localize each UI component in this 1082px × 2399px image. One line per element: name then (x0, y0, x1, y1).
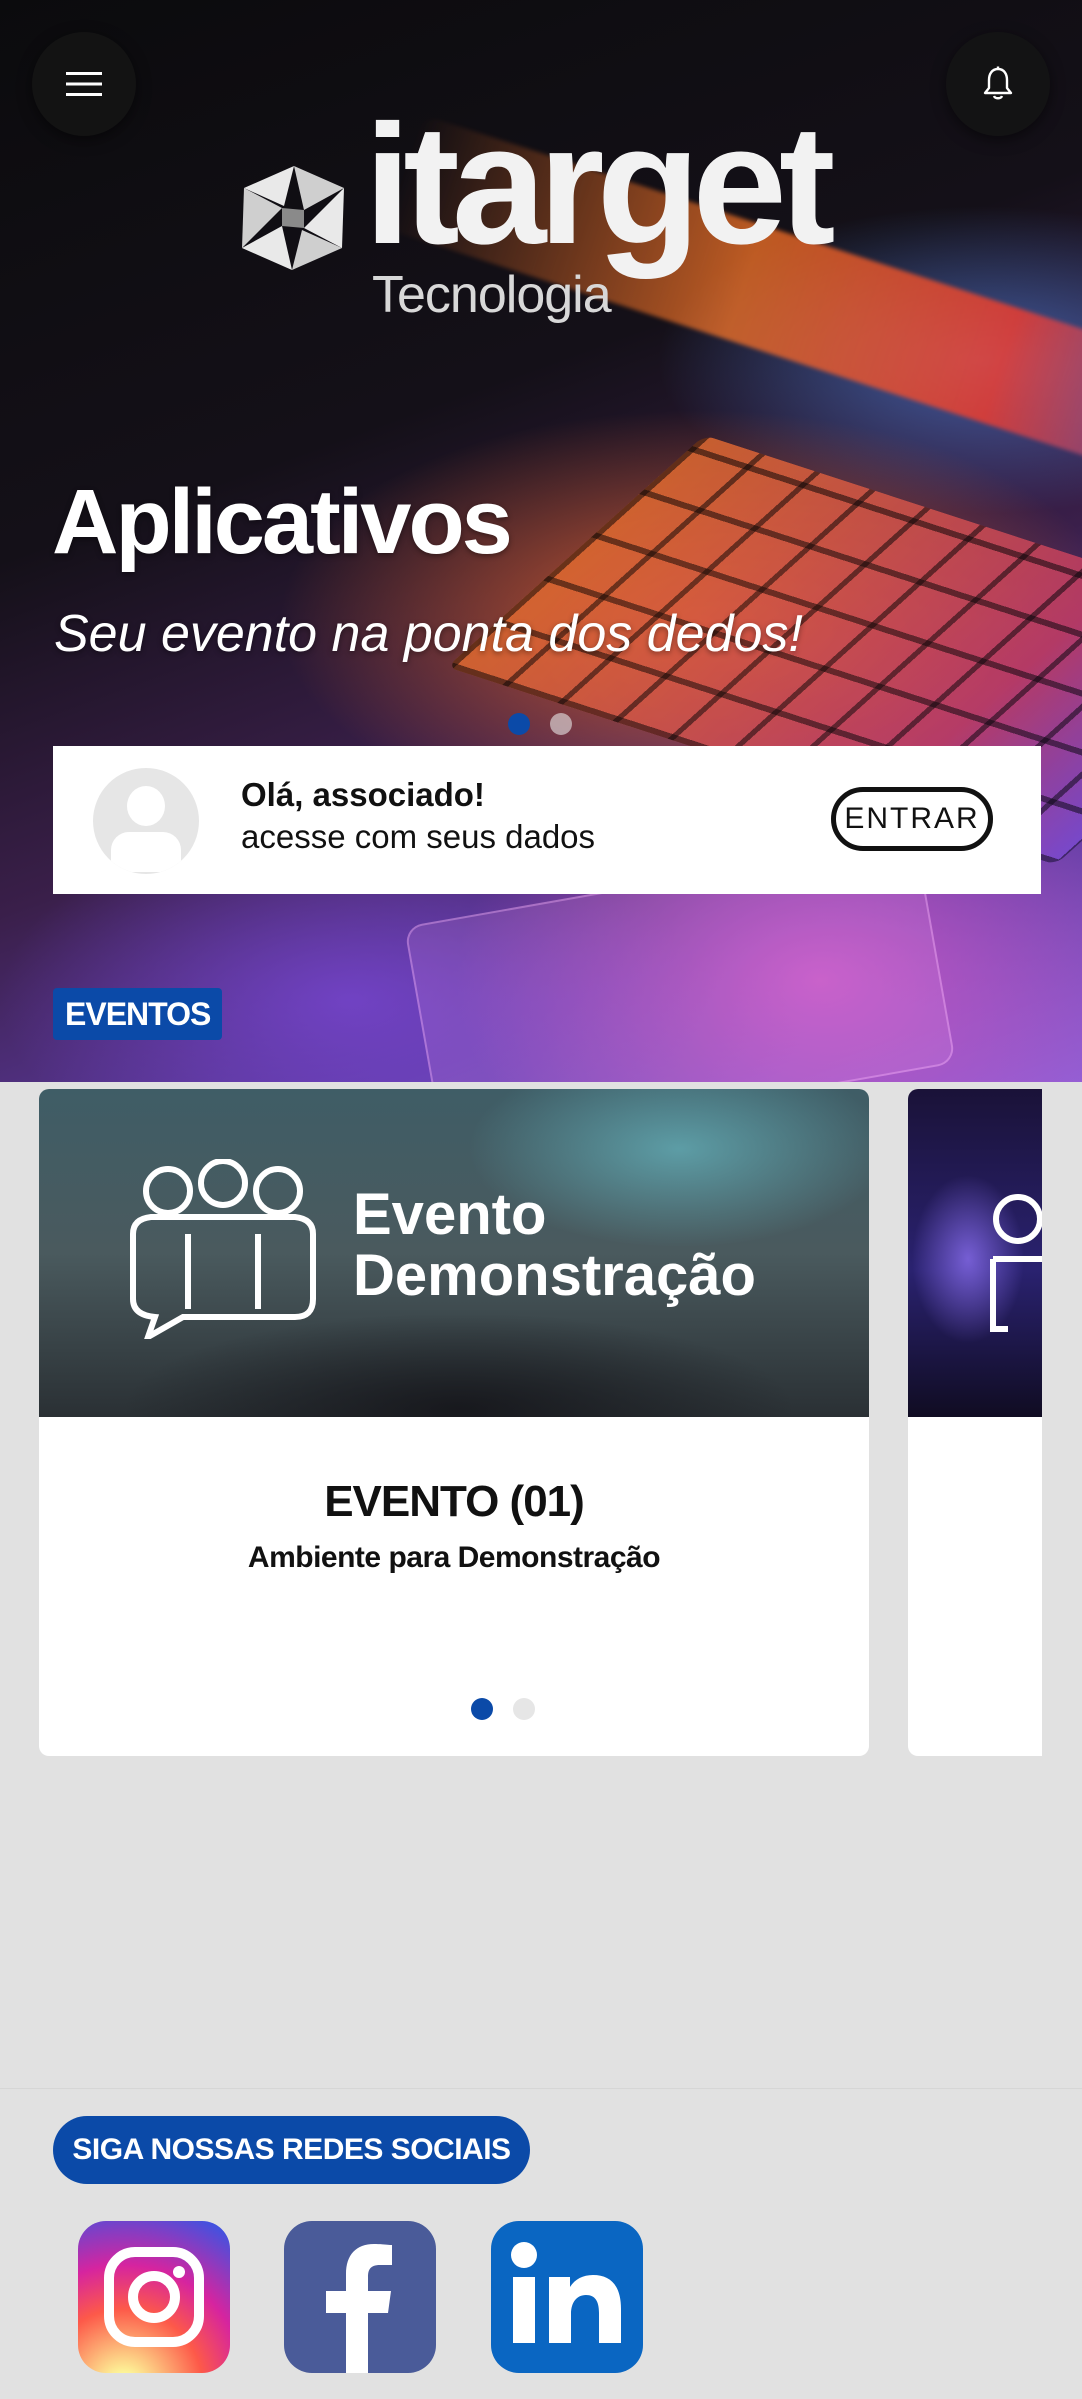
logo-subtitle: Tecnologia (372, 266, 612, 324)
greeting-title: Olá, associado! (241, 776, 485, 813)
event-description: Ambiente para Demonstração (247, 1541, 661, 1574)
carousel-dot-1[interactable] (508, 713, 530, 735)
itarget-logo-mark-icon (242, 166, 344, 270)
itarget-logo: itarget Tecnologia (234, 100, 854, 340)
notifications-button[interactable] (946, 32, 1050, 136)
linkedin-icon (511, 2242, 621, 2343)
events-carousel-dot-1[interactable] (471, 1698, 493, 1720)
carousel-dot-2[interactable] (550, 713, 572, 735)
hero-subtitle: Seu evento na ponta dos dedos! (54, 605, 803, 663)
login-card: Olá, associado! acesse com seus dados EN… (53, 746, 1041, 894)
instagram-link[interactable] (78, 2221, 230, 2373)
hamburger-menu-icon (66, 72, 102, 96)
social-section-label: SIGA NOSSAS REDES SOCIAIS (53, 2116, 530, 2184)
facebook-icon (326, 2244, 392, 2373)
hero-banner: itarget Tecnologia Aplicativos Seu event… (0, 0, 1082, 1082)
event-card[interactable]: Evento Demonstração EVENTO (01) Ambiente… (39, 1089, 869, 1756)
event-title: EVENTO (01) (324, 1477, 585, 1526)
enter-button[interactable]: ENTRAR (831, 787, 993, 851)
avatar-placeholder-icon (93, 768, 199, 874)
hero-carousel-indicator (508, 713, 572, 735)
instagram-icon (104, 2247, 204, 2347)
linkedin-link[interactable] (491, 2221, 643, 2373)
people-chat-icon (130, 1159, 316, 1339)
events-carousel-dot-2[interactable] (513, 1698, 535, 1720)
menu-button[interactable] (32, 32, 136, 136)
event-card-next[interactable] (908, 1089, 1042, 1756)
greeting-prompt: acesse com seus dados (241, 818, 596, 855)
logo-wordmark: itarget (364, 90, 836, 280)
hero-title: Aplicativos (52, 471, 513, 573)
login-greeting: Olá, associado! acesse com seus dados (241, 776, 595, 856)
people-chat-icon-partial (990, 1194, 1042, 1332)
events-section-label: EVENTOS (53, 988, 223, 1040)
event-banner-image: Evento Demonstração (39, 1089, 869, 1417)
event-banner-image-next (908, 1089, 1042, 1417)
events-carousel-indicator (471, 1698, 535, 1720)
event-image-caption: Evento Demonstração (353, 1182, 756, 1308)
facebook-link[interactable] (284, 2221, 436, 2373)
bell-icon (983, 66, 1013, 100)
